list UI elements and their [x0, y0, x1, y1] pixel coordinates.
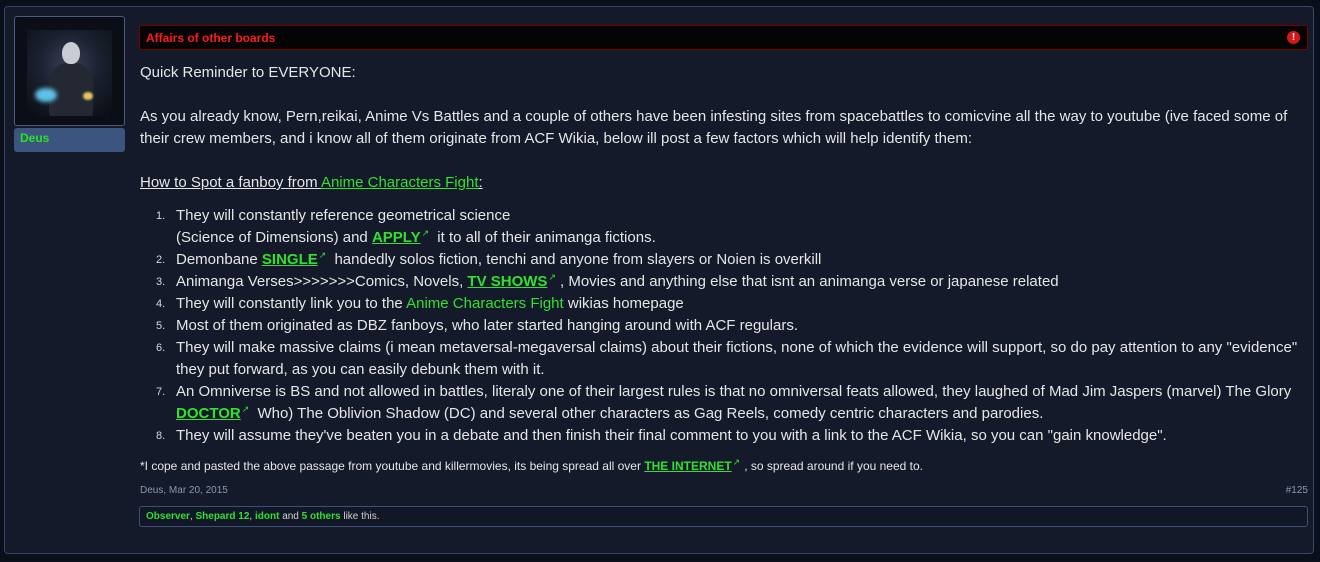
- factor-list: They will constantly reference geometric…: [140, 205, 1310, 447]
- others-liked-link[interactable]: 5 others: [302, 511, 341, 522]
- doctor-link[interactable]: DOCTOR: [176, 405, 241, 422]
- exclamation-circle-icon: !: [1287, 31, 1300, 44]
- post-author-link[interactable]: Deus: [140, 485, 163, 496]
- avatar[interactable]: [27, 30, 112, 116]
- list-item: An Omniverse is BS and not allowed in ba…: [156, 381, 1292, 422]
- list-item: Most of them originated as DBZ fanboys, …: [156, 315, 798, 337]
- message-body: As you already know, Pern,reikai, Anime …: [140, 108, 1288, 147]
- list-item: They will constantly reference geometric…: [156, 205, 656, 246]
- howto-highlight: Anime Characters Fight: [320, 174, 479, 191]
- post-number-link[interactable]: #125: [1286, 485, 1308, 496]
- how-to-heading: How to Spot a fanboy from Anime Characte…: [140, 174, 483, 191]
- single-link[interactable]: SINGLE: [262, 251, 318, 268]
- username-link[interactable]: Deus: [20, 131, 49, 145]
- post-container: Deus Affairs of other boards ! Quick Rem…: [4, 6, 1314, 554]
- footnote: *I cope and pasted the above passage fro…: [140, 457, 923, 474]
- the-internet-link[interactable]: THE INTERNET: [644, 459, 731, 473]
- likes-summary: Observer, Shepard 12, idont and 5 others…: [139, 506, 1308, 527]
- thread-prefix-bar: Affairs of other boards !: [139, 25, 1308, 50]
- liker-link[interactable]: Observer: [146, 511, 190, 522]
- liker-link[interactable]: Shepard 12: [195, 511, 249, 522]
- avatar-frame: [14, 16, 125, 126]
- username-bar: Deus: [14, 128, 125, 152]
- tv-shows-link[interactable]: TV SHOWS: [467, 273, 547, 290]
- list-item: They will assume they've beaten you in a…: [156, 425, 1167, 447]
- post-meta: Deus, Mar 20, 2015 #125: [140, 485, 1308, 496]
- message-content: Quick Reminder to EVERYONE: As you alrea…: [140, 62, 1310, 474]
- list-item: They will constantly link you to the Ani…: [156, 293, 684, 315]
- list-item: They will make massive claims (i mean me…: [156, 337, 1298, 378]
- acf-highlight: Anime Characters Fight: [406, 295, 564, 312]
- liker-link[interactable]: idont: [255, 511, 279, 522]
- post-date-link[interactable]: Mar 20, 2015: [169, 485, 228, 496]
- apply-link[interactable]: APPLY: [372, 229, 421, 246]
- message-intro: Quick Reminder to EVERYONE:: [140, 64, 356, 81]
- list-item: Animanga Verses>>>>>>>Comics, Novels, TV…: [156, 271, 1059, 293]
- thread-prefix-label: Affairs of other boards: [146, 31, 276, 45]
- list-item: Demonbane SINGLE↗ handedly solos fiction…: [156, 249, 822, 271]
